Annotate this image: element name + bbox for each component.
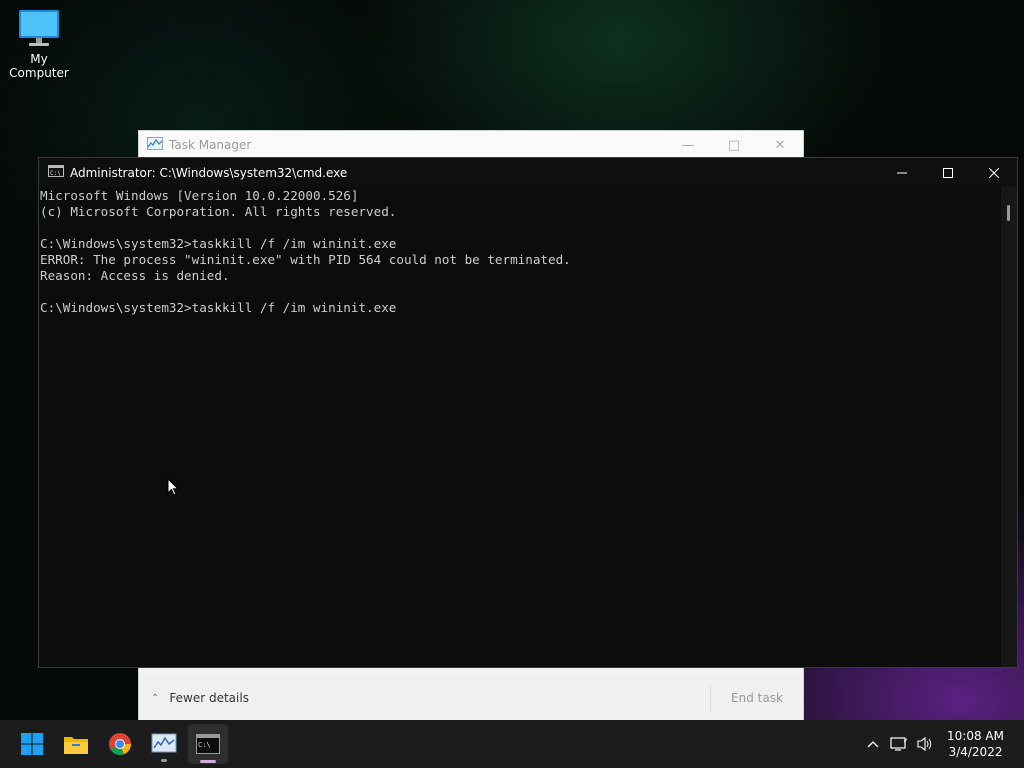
cmd-title: Administrator: C:\Windows\system32\cmd.e… — [70, 165, 348, 180]
volume-icon[interactable] — [913, 732, 937, 756]
cmd-app-icon: C:\ — [48, 165, 64, 180]
cmd-taskbar-button[interactable]: C:\ — [188, 724, 228, 764]
tm-close-button[interactable]: ✕ — [757, 131, 803, 159]
console-line — [40, 220, 1001, 236]
file-explorer-button[interactable] — [56, 724, 96, 764]
file-explorer-icon — [64, 737, 88, 754]
cmd-minimize-button[interactable] — [879, 158, 925, 187]
svg-text:C:\: C:\ — [198, 741, 211, 749]
chevron-up-icon: ⌃ — [151, 692, 160, 704]
mouse-cursor-icon — [167, 477, 180, 501]
tm-maximize-button[interactable]: □ — [711, 131, 757, 159]
console-line: ERROR: The process "wininit.exe" with PI… — [40, 252, 571, 267]
clock[interactable]: 10:08 AM 3/4/2022 — [947, 728, 1004, 760]
task-manager-titlebar[interactable]: Task Manager — □ ✕ — [139, 131, 803, 159]
task-manager-taskbar-button[interactable] — [144, 724, 184, 764]
clock-time: 10:08 AM — [947, 729, 1004, 743]
svg-text:C:\: C:\ — [50, 170, 61, 177]
minimize-icon — [897, 172, 907, 173]
console-line: (c) Microsoft Corporation. All rights re… — [40, 204, 397, 219]
start-icon — [21, 733, 43, 755]
chrome-button[interactable] — [100, 724, 140, 764]
monitor-icon — [19, 10, 59, 46]
cmd-close-button[interactable] — [971, 158, 1017, 187]
console-line — [40, 284, 1001, 300]
console-line: Microsoft Windows [Version 10.0.22000.52… — [40, 188, 359, 203]
my-computer-desktop-icon[interactable]: My Computer — [0, 8, 78, 80]
running-indicator — [161, 759, 167, 762]
cmd-scrollbar[interactable] — [1001, 187, 1017, 667]
my-computer-label: My Computer — [9, 52, 69, 80]
tm-minimize-button[interactable]: — — [665, 131, 711, 159]
console-line: C:\Windows\system32>taskkill /f /im wini… — [40, 236, 397, 251]
chrome-icon — [109, 733, 131, 755]
clock-date: 3/4/2022 — [948, 745, 1003, 759]
cmd-icon: C:\ — [196, 734, 220, 754]
console-line: Reason: Access is denied. — [40, 268, 230, 283]
start-button[interactable] — [12, 724, 52, 764]
scrollbar-thumb[interactable] — [1007, 205, 1010, 221]
close-icon — [989, 167, 999, 178]
system-tray: 10:08 AM 3/4/2022 — [861, 720, 1024, 768]
task-manager-icon — [151, 733, 177, 753]
end-task-button[interactable]: End task — [710, 684, 803, 712]
console-line: C:\Windows\system32>taskkill /f /im wini… — [40, 300, 397, 315]
task-manager-footer: ⌃ Fewer details End task — [139, 675, 803, 721]
taskbar: C:\ 10:08 AM 3/4/2022 — [0, 720, 1024, 768]
chevron-up-icon[interactable] — [861, 732, 885, 756]
maximize-icon — [943, 167, 953, 178]
cmd-maximize-button[interactable] — [925, 158, 971, 187]
console-output[interactable]: Microsoft Windows [Version 10.0.22000.52… — [39, 187, 1001, 667]
fewer-details-label: Fewer details — [169, 691, 249, 705]
task-manager-title: Task Manager — [169, 138, 252, 152]
network-icon[interactable] — [887, 732, 911, 756]
cmd-window[interactable]: C:\ Administrator: C:\Windows\system32\c… — [38, 157, 1018, 668]
fewer-details-button[interactable]: ⌃ Fewer details — [151, 691, 249, 705]
cmd-titlebar[interactable]: C:\ Administrator: C:\Windows\system32\c… — [39, 158, 1017, 187]
active-indicator — [200, 760, 216, 763]
task-manager-icon — [147, 137, 163, 153]
